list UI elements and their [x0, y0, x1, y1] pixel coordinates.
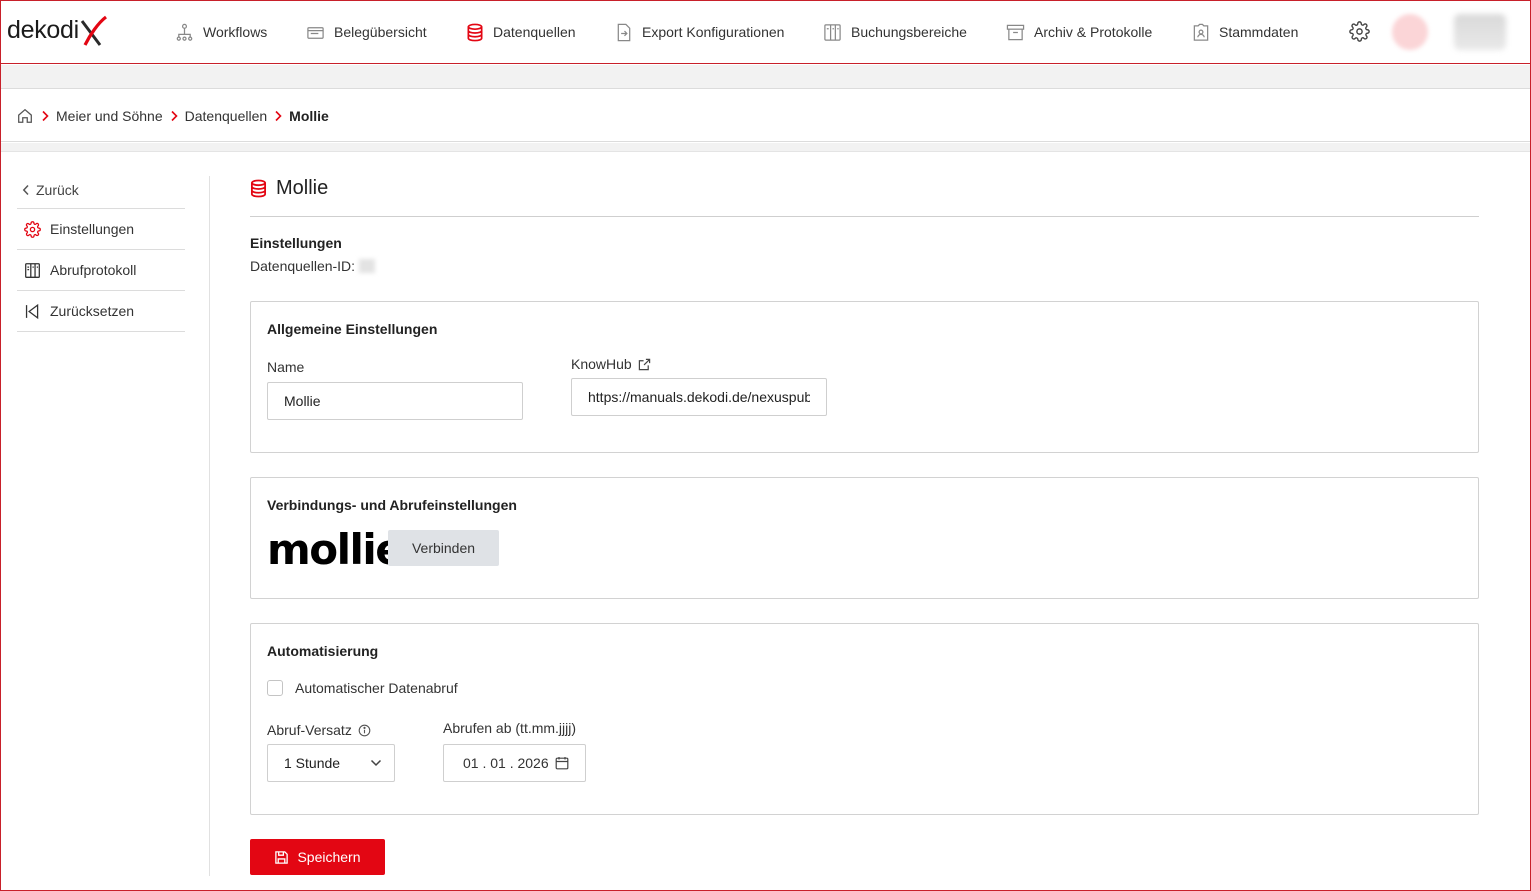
sidebar-item-zuruecksetzen[interactable]: Zurücksetzen	[17, 291, 185, 332]
breadcrumb-current: Mollie	[289, 107, 329, 124]
chevron-down-icon	[370, 759, 382, 767]
nav-workflows[interactable]: Workflows	[175, 21, 267, 43]
knowhub-label: KnowHub	[571, 356, 651, 372]
interval-select-value: 1 Stunde	[284, 755, 341, 771]
card-title: Allgemeine Einstellungen	[267, 321, 438, 337]
workflow-icon	[176, 23, 193, 41]
logo-text: dekodi	[7, 16, 79, 44]
database-icon	[250, 179, 267, 198]
nav-label: Belegübersicht	[334, 24, 427, 40]
general-settings-card: Allgemeine Einstellungen Name KnowHub	[250, 301, 1479, 453]
user-avatar[interactable]	[1392, 14, 1428, 50]
back-link[interactable]: Zurück	[17, 171, 185, 209]
section-title: Einstellungen	[250, 235, 342, 251]
external-link-icon[interactable]	[638, 358, 651, 371]
nav-beleguebersicht[interactable]: Belegübersicht	[306, 21, 427, 43]
page-header: Mollie	[250, 175, 1479, 217]
connection-settings-card: Verbindungs- und Abrufeinstellungen moll…	[250, 477, 1479, 599]
chevron-right-icon	[274, 110, 282, 122]
knowhub-url-input[interactable]	[571, 378, 827, 416]
document-stack-icon	[307, 26, 324, 39]
name-input[interactable]	[267, 382, 523, 420]
save-label: Speichern	[297, 849, 361, 865]
auto-fetch-label: Automatischer Datenabruf	[295, 680, 458, 696]
name-label: Name	[267, 359, 304, 375]
columns-icon	[824, 23, 841, 41]
settings-button[interactable]	[1349, 21, 1370, 45]
archive-icon	[1006, 24, 1025, 40]
mollie-logo: mollie	[267, 525, 404, 574]
nav-label: Workflows	[203, 24, 268, 40]
chevron-left-icon	[22, 184, 29, 195]
fetch-from-label-text: Abrufen ab (tt.mm.jjjj)	[443, 720, 577, 736]
reset-icon	[25, 303, 39, 319]
auto-fetch-checkbox[interactable]	[267, 680, 283, 696]
automation-card: Automatisierung Automatischer Datenabruf…	[250, 623, 1479, 815]
card-title: Verbindungs- und Abrufeinstellungen	[267, 497, 517, 513]
sidebar-divider	[209, 176, 210, 876]
datasource-id-value-redacted	[359, 259, 376, 273]
database-icon	[467, 23, 483, 41]
breadcrumb-home[interactable]	[16, 107, 34, 125]
nav-export-konfigurationen[interactable]: Export Konfigurationen	[615, 21, 784, 43]
nav-archiv-protokolle[interactable]: Archiv & Protokolle	[1006, 21, 1152, 43]
datasource-id: Datenquellen-ID:	[250, 258, 376, 274]
nav-label: Export Konfigurationen	[642, 24, 785, 40]
breadcrumb-strip	[1, 143, 1530, 152]
chevron-right-icon	[170, 110, 178, 122]
gear-icon	[1349, 21, 1370, 42]
nav-buchungsbereiche[interactable]: Buchungsbereiche	[823, 21, 967, 43]
nav-label: Buchungsbereiche	[851, 24, 967, 40]
nav-stammdaten[interactable]: Stammdaten	[1192, 21, 1298, 43]
save-button[interactable]: Speichern	[250, 839, 385, 875]
breadcrumb-item-company[interactable]: Meier und Söhne	[56, 108, 163, 124]
breadcrumb-item-datenquellen[interactable]: Datenquellen	[185, 108, 268, 124]
knowhub-label-text: KnowHub	[571, 356, 632, 372]
nav-label: Datenquellen	[493, 24, 576, 40]
protocol-icon	[25, 262, 40, 278]
gear-icon	[24, 220, 41, 238]
sidebar-item-einstellungen[interactable]: Einstellungen	[17, 209, 185, 250]
date-value: 01 . 01 . 2026	[463, 755, 549, 771]
fetch-from-label: Abrufen ab (tt.mm.jjjj)	[443, 720, 576, 736]
header-strip	[1, 65, 1530, 89]
calendar-icon[interactable]	[555, 756, 569, 770]
datasource-id-label: Datenquellen-ID:	[250, 258, 356, 274]
fetch-from-date-input[interactable]: 01 . 01 . 2026	[443, 744, 586, 782]
chevron-right-icon	[41, 110, 49, 122]
save-icon	[275, 850, 289, 864]
home-icon	[18, 108, 32, 123]
sidebar: Zurück Einstellungen Abrufprotokoll Zurü…	[17, 171, 185, 332]
name-label-text: Name	[267, 359, 305, 375]
page-title: Mollie	[276, 177, 329, 199]
interval-select[interactable]: 1 Stunde	[267, 744, 395, 782]
interval-label: Abruf-Versatz	[267, 722, 371, 738]
dekodi-logo[interactable]: dekodi	[7, 15, 108, 49]
interval-label-text: Abruf-Versatz	[267, 722, 352, 738]
export-file-icon	[617, 23, 631, 41]
user-menu[interactable]	[1454, 14, 1506, 50]
back-label: Zurück	[36, 181, 79, 198]
breadcrumb: Meier und Söhne Datenquellen Mollie	[1, 90, 1530, 142]
info-icon[interactable]	[358, 724, 371, 737]
master-data-icon	[1193, 23, 1209, 41]
sidebar-item-abrufprotokoll[interactable]: Abrufprotokoll	[17, 250, 185, 291]
sidebar-item-label: Abrufprotokoll	[50, 262, 137, 278]
sidebar-item-label: Einstellungen	[50, 221, 135, 237]
top-navigation: dekodi Workflows Belegübersicht Datenque…	[1, 1, 1530, 64]
logo-x-icon	[80, 15, 107, 46]
sidebar-item-label: Zurücksetzen	[50, 303, 135, 319]
nav-label: Archiv & Protokolle	[1034, 24, 1153, 40]
connect-button[interactable]: Verbinden	[388, 530, 499, 566]
card-title: Automatisierung	[267, 643, 379, 659]
nav-label: Stammdaten	[1219, 24, 1299, 40]
nav-datenquellen[interactable]: Datenquellen	[466, 21, 576, 43]
